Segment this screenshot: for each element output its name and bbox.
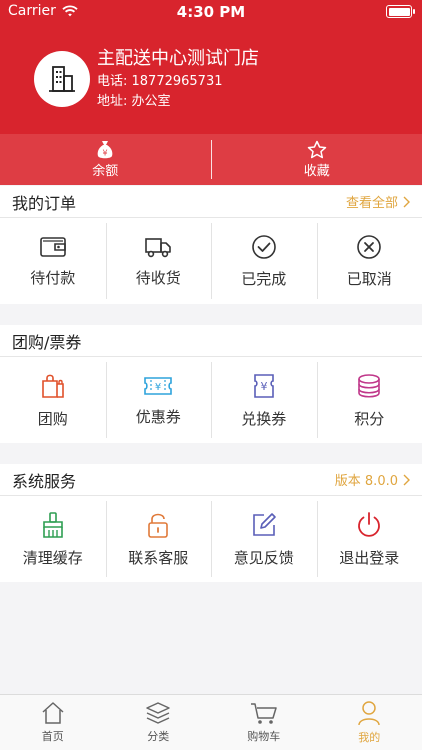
- tab-category-label: 分类: [147, 730, 170, 743]
- coupon-button[interactable]: ¥ 优惠券: [105, 357, 212, 443]
- store-address: 地址: 办公室: [97, 94, 171, 109]
- balance-label: 余额: [92, 164, 119, 179]
- battery-icon: [386, 5, 415, 18]
- store-name: 主配送中心测试门店: [97, 48, 259, 69]
- voucher-button[interactable]: ¥ 兑换券: [211, 357, 317, 443]
- tab-cart[interactable]: 购物车: [211, 695, 317, 750]
- tab-home-label: 首页: [41, 730, 64, 743]
- building-icon: [49, 66, 75, 92]
- group-tickets-section: 团购/票券 团购 ¥ 优惠券 ¥ 兑换券 积分: [0, 325, 422, 443]
- broom-icon: [42, 511, 63, 538]
- store-avatar: [34, 51, 90, 107]
- cart-icon: [250, 703, 277, 724]
- shopping-bag-icon: [41, 374, 64, 398]
- feedback-label: 意见反馈: [233, 548, 294, 567]
- coupon-label: 优惠券: [135, 407, 181, 426]
- tab-profile-label: 我的: [358, 731, 381, 744]
- orders-title: 我的订单: [12, 193, 77, 213]
- tab-home[interactable]: 首页: [0, 695, 106, 750]
- power-icon: [358, 511, 381, 537]
- store-phone: 电话: 18772965731: [97, 74, 223, 89]
- svg-text:¥: ¥: [155, 382, 161, 393]
- check-circle-icon: [251, 234, 276, 259]
- chevron-right-icon: [403, 474, 410, 485]
- view-all-label: 查看全部: [345, 196, 398, 211]
- points-button[interactable]: 积分: [316, 357, 422, 443]
- tab-profile[interactable]: 我的: [317, 695, 422, 750]
- profile-header: Carrier 4:30 PM 主配送中心测试门店 电话: 1877296573…: [0, 0, 422, 185]
- order-completed-label: 已完成: [241, 269, 287, 288]
- logout-label: 退出登录: [339, 548, 400, 567]
- group-title: 团购/票券: [12, 332, 82, 352]
- coins-icon: [358, 373, 381, 398]
- order-cancelled[interactable]: 已取消: [316, 218, 422, 304]
- coupon-icon: ¥: [144, 376, 173, 395]
- person-icon: [358, 701, 380, 726]
- order-completed[interactable]: 已完成: [211, 218, 317, 304]
- clear-cache-label: 清理缓存: [22, 548, 83, 567]
- tab-category[interactable]: 分类: [106, 695, 212, 750]
- contact-support-label: 联系客服: [128, 548, 189, 567]
- wallet-icon: [39, 236, 66, 257]
- system-header: 系统服务 版本 8.0.0: [0, 464, 422, 496]
- money-bag-icon: ¥: [97, 141, 113, 159]
- view-all-orders-link[interactable]: 查看全部: [346, 192, 410, 211]
- tab-cart-label: 购物车: [247, 730, 281, 743]
- favorites-label: 收藏: [303, 164, 330, 179]
- voucher-icon: ¥: [253, 373, 274, 398]
- points-label: 积分: [354, 409, 385, 428]
- status-bar: Carrier 4:30 PM: [0, 0, 422, 24]
- order-pending-payment-label: 待付款: [30, 268, 76, 287]
- svg-text:¥: ¥: [103, 149, 108, 158]
- chevron-right-icon: [403, 196, 410, 207]
- favorites-button[interactable]: 收藏: [212, 134, 422, 185]
- store-card[interactable]: 主配送中心测试门店 电话: 18772965731 地址: 办公室: [34, 46, 259, 112]
- order-pending-delivery-label: 待收货: [135, 268, 181, 287]
- group-header: 团购/票券: [0, 325, 422, 357]
- order-cancelled-label: 已取消: [346, 269, 392, 288]
- order-pending-delivery[interactable]: 待收货: [105, 218, 212, 304]
- home-icon: [42, 702, 64, 724]
- system-title: 系统服务: [12, 471, 77, 491]
- svg-text:¥: ¥: [260, 380, 267, 393]
- layers-icon: [146, 702, 170, 724]
- clear-cache-button[interactable]: 清理缓存: [0, 496, 106, 582]
- version-link[interactable]: 版本 8.0.0: [335, 470, 410, 489]
- quick-actions: ¥ 余额 收藏: [0, 134, 422, 185]
- truck-icon: [145, 237, 172, 257]
- logout-button[interactable]: 退出登录: [316, 496, 422, 582]
- edit-icon: [252, 512, 276, 536]
- x-circle-icon: [357, 234, 382, 259]
- star-icon: [307, 140, 326, 159]
- orders-section: 我的订单 查看全部 待付款 待收货 已完成 已取消: [0, 186, 422, 304]
- lock-icon: [148, 513, 169, 538]
- order-pending-payment[interactable]: 待付款: [0, 218, 106, 304]
- orders-header: 我的订单 查看全部: [0, 186, 422, 218]
- bottom-tab-bar: 首页 分类 购物车 我的: [0, 694, 422, 750]
- version-label: 版本 8.0.0: [334, 474, 398, 489]
- feedback-button[interactable]: 意见反馈: [211, 496, 317, 582]
- system-services-section: 系统服务 版本 8.0.0 清理缓存 联系客服 意见反馈 退出登录: [0, 464, 422, 582]
- contact-support-button[interactable]: 联系客服: [105, 496, 212, 582]
- group-buy-label: 团购: [37, 409, 68, 428]
- balance-button[interactable]: ¥ 余额: [0, 134, 211, 185]
- clock: 4:30 PM: [176, 3, 246, 21]
- group-buy-button[interactable]: 团购: [0, 357, 106, 443]
- voucher-label: 兑换券: [241, 409, 287, 428]
